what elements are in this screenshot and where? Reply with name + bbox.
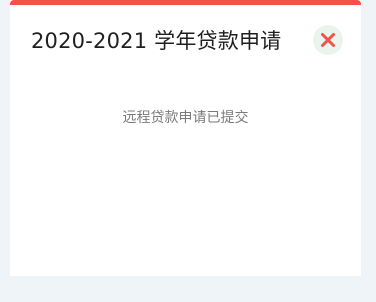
close-icon [321, 33, 335, 47]
dialog-accent-bar [10, 0, 361, 5]
dialog-title: 2020-2021 学年贷款申请 [31, 29, 282, 53]
loan-application-dialog: 2020-2021 学年贷款申请 远程贷款申请已提交 [10, 0, 361, 276]
close-button[interactable] [313, 25, 343, 55]
status-message: 远程贷款申请已提交 [122, 110, 249, 126]
